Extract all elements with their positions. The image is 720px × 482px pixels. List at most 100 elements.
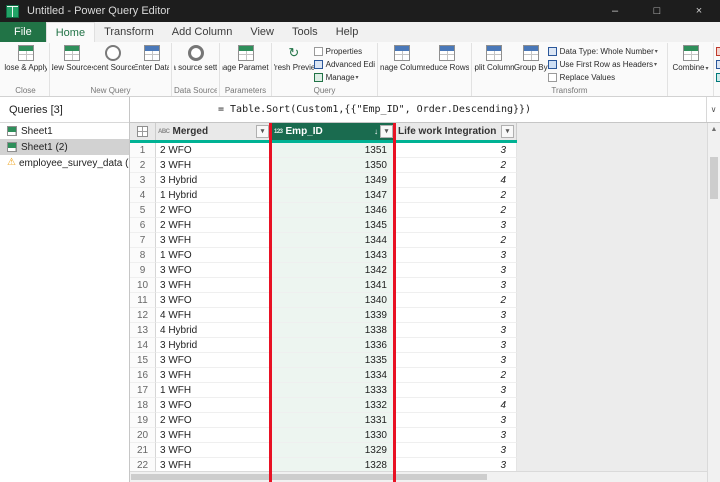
emp-id-cell[interactable]: 1329: [272, 443, 396, 458]
tab-file[interactable]: File: [0, 22, 46, 42]
horizontal-scrollbar-thumb[interactable]: [131, 474, 487, 480]
row-number-cell[interactable]: 7: [130, 233, 156, 248]
data-source-settings-button[interactable]: Data source settings: [174, 43, 217, 85]
text-analytics-button[interactable]: Text Anal: [716, 45, 720, 58]
row-number-cell[interactable]: 12: [130, 308, 156, 323]
advanced-editor-button[interactable]: Advanced Editor: [314, 58, 375, 71]
row-number-cell[interactable]: 4: [130, 188, 156, 203]
merged-cell[interactable]: 4 WFH: [156, 308, 272, 323]
life-work-integration-cell[interactable]: 3: [396, 308, 517, 323]
life-work-integration-cell[interactable]: 2: [396, 203, 517, 218]
merged-cell[interactable]: 3 WFH: [156, 368, 272, 383]
table-row[interactable]: 18 3 WFO 1332 4: [130, 398, 517, 413]
life-work-integration-cell[interactable]: 3: [396, 263, 517, 278]
emp-id-cell[interactable]: 1331: [272, 413, 396, 428]
query-item-sheet1-2[interactable]: Sheet1 (2): [0, 139, 129, 155]
life-work-integration-cell[interactable]: 3: [396, 338, 517, 353]
filter-dropdown-icon[interactable]: ▾: [380, 125, 393, 138]
row-number-cell[interactable]: 5: [130, 203, 156, 218]
table-row[interactable]: 15 3 WFO 1335 3: [130, 353, 517, 368]
tab-home[interactable]: Home: [46, 22, 95, 42]
horizontal-scrollbar[interactable]: [130, 471, 707, 482]
merged-cell[interactable]: 3 WFH: [156, 158, 272, 173]
replace-values-button[interactable]: Replace Values: [548, 71, 665, 84]
azure-ml-button[interactable]: Azure M: [716, 71, 720, 84]
row-number-cell[interactable]: 13: [130, 323, 156, 338]
merged-cell[interactable]: 1 WFO: [156, 248, 272, 263]
merged-cell[interactable]: 4 Hybrid: [156, 323, 272, 338]
data-type-button[interactable]: Data Type: Whole Number▾: [548, 45, 665, 58]
emp-id-cell[interactable]: 1340: [272, 293, 396, 308]
tab-view[interactable]: View: [241, 22, 283, 42]
column-header-merged[interactable]: ABC Merged ▾: [156, 123, 272, 140]
merged-cell[interactable]: 2 WFO: [156, 143, 272, 158]
emp-id-cell[interactable]: 1345: [272, 218, 396, 233]
new-source-button[interactable]: New Source▾: [52, 43, 92, 85]
table-row[interactable]: 19 2 WFO 1331 3: [130, 413, 517, 428]
table-row[interactable]: 21 3 WFO 1329 3: [130, 443, 517, 458]
merged-cell[interactable]: 3 WFO: [156, 398, 272, 413]
life-work-integration-cell[interactable]: 3: [396, 323, 517, 338]
table-row[interactable]: 12 4 WFH 1339 3: [130, 308, 517, 323]
close-button[interactable]: ×: [678, 0, 720, 22]
life-work-integration-cell[interactable]: 3: [396, 413, 517, 428]
reduce-rows-button[interactable]: Reduce Rows▾: [425, 43, 470, 85]
tab-transform[interactable]: Transform: [95, 22, 163, 42]
emp-id-cell[interactable]: 1346: [272, 203, 396, 218]
table-row[interactable]: 5 2 WFO 1346 2: [130, 203, 517, 218]
tab-tools[interactable]: Tools: [283, 22, 327, 42]
emp-id-cell[interactable]: 1336: [272, 338, 396, 353]
manage-columns-button[interactable]: Manage Columns▾: [380, 43, 425, 85]
table-row[interactable]: 7 3 WFH 1344 2: [130, 233, 517, 248]
table-row[interactable]: 20 3 WFH 1330 3: [130, 428, 517, 443]
life-work-integration-cell[interactable]: 3: [396, 218, 517, 233]
emp-id-cell[interactable]: 1350: [272, 158, 396, 173]
row-number-cell[interactable]: 15: [130, 353, 156, 368]
merged-cell[interactable]: 2 WFO: [156, 203, 272, 218]
row-number-cell[interactable]: 11: [130, 293, 156, 308]
merged-cell[interactable]: 3 WFO: [156, 443, 272, 458]
life-work-integration-cell[interactable]: 2: [396, 158, 517, 173]
merged-cell[interactable]: 3 WFH: [156, 428, 272, 443]
merged-cell[interactable]: 3 WFH: [156, 233, 272, 248]
row-number-cell[interactable]: 2: [130, 158, 156, 173]
row-number-cell[interactable]: 17: [130, 383, 156, 398]
tab-help[interactable]: Help: [327, 22, 368, 42]
enter-data-button[interactable]: Enter Data: [135, 43, 169, 85]
maximize-button[interactable]: □: [636, 0, 678, 22]
merged-cell[interactable]: 3 WFO: [156, 263, 272, 278]
table-row[interactable]: 8 1 WFO 1343 3: [130, 248, 517, 263]
emp-id-cell[interactable]: 1332: [272, 398, 396, 413]
combine-button[interactable]: Combine▾: [670, 43, 711, 85]
life-work-integration-cell[interactable]: 3: [396, 248, 517, 263]
emp-id-cell[interactable]: 1349: [272, 173, 396, 188]
emp-id-cell[interactable]: 1344: [272, 233, 396, 248]
manage-parameters-button[interactable]: Manage Parameters▾: [222, 43, 269, 85]
life-work-integration-cell[interactable]: 3: [396, 353, 517, 368]
use-first-row-as-headers-button[interactable]: Use First Row as Headers▾: [548, 58, 665, 71]
table-row[interactable]: 2 3 WFH 1350 2: [130, 158, 517, 173]
emp-id-cell[interactable]: 1333: [272, 383, 396, 398]
row-number-cell[interactable]: 10: [130, 278, 156, 293]
life-work-integration-cell[interactable]: 2: [396, 293, 517, 308]
table-row[interactable]: 3 3 Hybrid 1349 4: [130, 173, 517, 188]
row-number-cell[interactable]: 16: [130, 368, 156, 383]
vision-button[interactable]: Vision: [716, 58, 720, 71]
table-row[interactable]: 13 4 Hybrid 1338 3: [130, 323, 517, 338]
query-item-sheet1[interactable]: Sheet1: [0, 123, 129, 139]
table-row[interactable]: 11 3 WFO 1340 2: [130, 293, 517, 308]
row-number-cell[interactable]: 3: [130, 173, 156, 188]
refresh-preview-button[interactable]: ↻ Refresh Preview▾: [274, 43, 314, 85]
manage-button[interactable]: Manage▾: [314, 71, 375, 84]
column-header-emp-id[interactable]: 123 Emp_ID ↓ ▾: [272, 123, 396, 140]
table-row[interactable]: 9 3 WFO 1342 3: [130, 263, 517, 278]
row-number-cell[interactable]: 21: [130, 443, 156, 458]
row-number-cell[interactable]: 1: [130, 143, 156, 158]
merged-cell[interactable]: 3 Hybrid: [156, 338, 272, 353]
life-work-integration-cell[interactable]: 4: [396, 173, 517, 188]
filter-dropdown-icon[interactable]: ▾: [256, 125, 269, 138]
row-number-cell[interactable]: 19: [130, 413, 156, 428]
formula-expand-button[interactable]: ∨: [706, 97, 720, 122]
minimize-button[interactable]: –: [594, 0, 636, 22]
merged-cell[interactable]: 2 WFO: [156, 413, 272, 428]
